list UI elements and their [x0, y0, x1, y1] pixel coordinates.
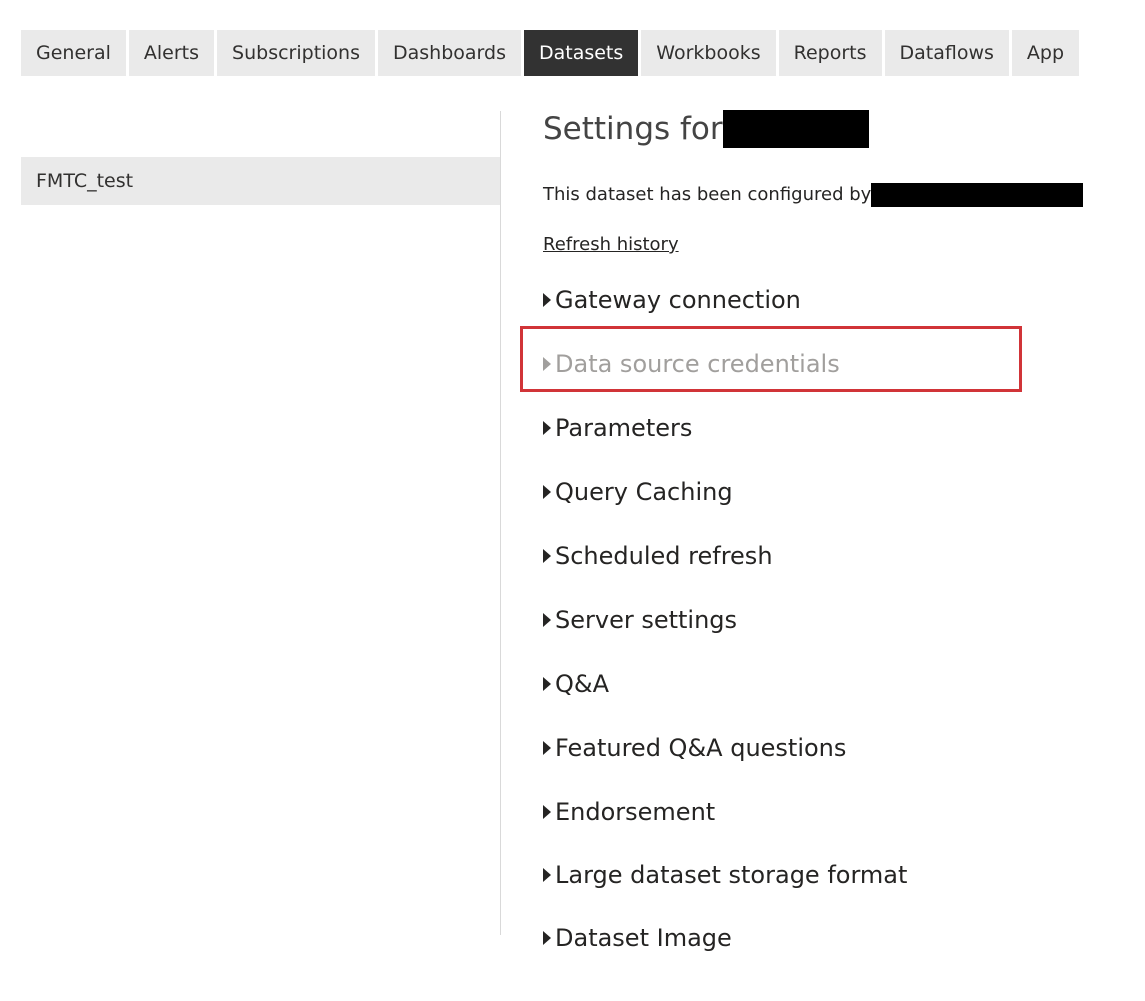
- expand-arrow-icon: [543, 293, 551, 307]
- section-large-dataset-storage-format[interactable]: Large dataset storage format: [543, 858, 907, 892]
- tab-app[interactable]: App: [1011, 30, 1080, 76]
- expand-arrow-icon: [543, 677, 551, 691]
- settings-title-prefix: Settings for: [543, 111, 723, 147]
- section-label: Dataset Image: [555, 924, 732, 952]
- expand-arrow-icon: [543, 549, 551, 563]
- tab-workbooks[interactable]: Workbooks: [641, 30, 776, 76]
- tab-dataflows[interactable]: Dataflows: [884, 30, 1009, 76]
- section-label: Query Caching: [555, 478, 733, 506]
- section-dataset-image[interactable]: Dataset Image: [543, 921, 732, 955]
- section-query-caching[interactable]: Query Caching: [543, 475, 733, 509]
- section-featured-qna-questions[interactable]: Featured Q&A questions: [543, 731, 846, 765]
- section-endorsement[interactable]: Endorsement: [543, 795, 715, 829]
- tab-reports[interactable]: Reports: [778, 30, 882, 76]
- expand-arrow-icon: [543, 868, 551, 882]
- tab-alerts[interactable]: Alerts: [128, 30, 215, 76]
- dataset-item-fmtc-test[interactable]: FMTC_test: [21, 157, 500, 205]
- section-label: Large dataset storage format: [555, 861, 908, 889]
- section-qna[interactable]: Q&A: [543, 667, 609, 701]
- settings-title: Settings for: [543, 108, 869, 150]
- section-label: Scheduled refresh: [555, 542, 773, 570]
- expand-arrow-icon: [543, 805, 551, 819]
- highlight-box: [520, 326, 1022, 392]
- section-parameters[interactable]: Parameters: [543, 411, 692, 445]
- redacted-dataset-name: [722, 110, 869, 148]
- tab-dashboards[interactable]: Dashboards: [377, 30, 521, 76]
- expand-arrow-icon: [543, 741, 551, 755]
- section-scheduled-refresh[interactable]: Scheduled refresh: [543, 539, 773, 573]
- redacted-owner-name: [871, 183, 1084, 207]
- refresh-history-link[interactable]: Refresh history: [543, 232, 679, 258]
- section-label: Server settings: [555, 606, 738, 634]
- expand-arrow-icon: [543, 613, 551, 627]
- expand-arrow-icon: [543, 421, 551, 435]
- section-label: Q&A: [555, 670, 610, 698]
- section-gateway-connection[interactable]: Gateway connection: [543, 283, 801, 317]
- settings-tab-bar: General Alerts Subscriptions Dashboards …: [21, 30, 1082, 76]
- panel-divider: [500, 111, 501, 935]
- tab-datasets[interactable]: Datasets: [523, 30, 639, 76]
- section-label: Endorsement: [555, 798, 716, 826]
- configured-by-line: This dataset has been configured by: [543, 180, 1084, 210]
- tab-general[interactable]: General: [21, 30, 126, 76]
- configured-by-text: This dataset has been configured by: [543, 184, 872, 205]
- section-label: Parameters: [555, 414, 693, 442]
- dataset-list: FMTC_test: [21, 157, 500, 205]
- section-server-settings[interactable]: Server settings: [543, 603, 737, 637]
- tab-subscriptions[interactable]: Subscriptions: [217, 30, 375, 76]
- expand-arrow-icon: [543, 485, 551, 499]
- section-label: Featured Q&A questions: [555, 734, 847, 762]
- section-label: Gateway connection: [555, 286, 801, 314]
- expand-arrow-icon: [543, 931, 551, 945]
